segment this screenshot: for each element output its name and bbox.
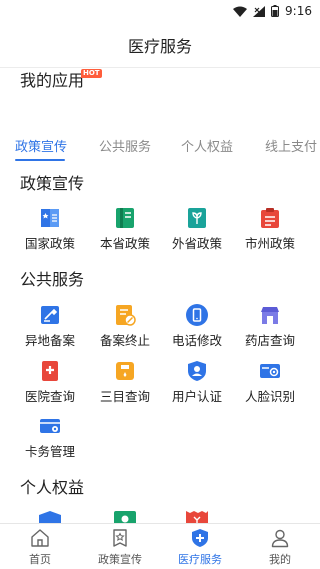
filing-termination-icon [116, 305, 136, 326]
wifi-icon [233, 6, 248, 17]
provincial-policy-icon [116, 208, 134, 228]
grid-label: 卡务管理 [24, 444, 75, 459]
grid-label: 用户认证 [171, 389, 222, 404]
grid-label: 备案终止 [99, 333, 150, 348]
home-icon [31, 529, 49, 547]
grid-label: 国家政策 [24, 236, 75, 251]
grid-item-city-policy[interactable]: 市州政策 [235, 206, 305, 252]
grid-label: 医院查询 [24, 389, 75, 404]
grid-item-filing-termination[interactable]: 备案终止 [90, 303, 160, 349]
policy-star-icon [113, 529, 127, 547]
page-title: 医疗服务 [0, 22, 320, 68]
grid-label: 电话修改 [171, 333, 222, 348]
grid-label: 外省政策 [171, 236, 222, 251]
remote-filing-icon [41, 306, 59, 324]
section-title-personal-rights: 个人权益 [20, 478, 85, 497]
grid-item-catalog-search[interactable]: 三目查询 [90, 359, 160, 405]
grid-label: 异地备案 [24, 333, 75, 348]
status-bar: 9:16 [0, 0, 320, 22]
tab-public-service[interactable]: 公共服务 [99, 136, 151, 155]
grid-item-phone-change[interactable]: 电话修改 [162, 303, 232, 349]
nav-label: 政策宣传 [98, 553, 142, 566]
face-recognition-icon [260, 364, 280, 378]
nav-label: 医疗服务 [178, 553, 222, 566]
national-policy-icon [41, 209, 59, 227]
bottom-navigation: 首页 政策宣传 医疗服务 我的 [0, 523, 320, 569]
signal-icon [253, 5, 266, 17]
nav-home[interactable]: 首页 [5, 528, 75, 567]
phone-change-icon [186, 304, 208, 326]
nav-policy[interactable]: 政策宣传 [85, 528, 155, 567]
grid-item-pharmacy-search[interactable]: 药店查询 [235, 303, 305, 349]
nav-label: 首页 [29, 553, 51, 566]
tab-online-payment[interactable]: 线上支付 [265, 136, 317, 155]
grid-item-user-auth[interactable]: 用户认证 [162, 359, 232, 405]
grid-label: 三目查询 [99, 389, 150, 404]
section-title-policy: 政策宣传 [20, 174, 85, 193]
pharmacy-search-icon [261, 307, 279, 324]
city-policy-icon [261, 208, 279, 228]
grid-label: 药店查询 [244, 333, 295, 348]
category-tabs: 政策宣传 公共服务 个人权益 线上支付 [0, 136, 320, 162]
battery-icon [271, 5, 280, 17]
grid-item-face-recognition[interactable]: 人脸识别 [235, 359, 305, 405]
catalog-search-icon [116, 362, 134, 380]
grid-item-hospital-search[interactable]: 医院查询 [15, 359, 85, 405]
profile-icon [271, 529, 289, 548]
user-auth-icon [188, 361, 206, 381]
tab-active-indicator [15, 159, 65, 161]
other-province-policy-icon [188, 208, 206, 228]
grid-label: 人脸识别 [244, 389, 295, 404]
hot-badge: HOT [81, 69, 102, 78]
grid-item-remote-filing[interactable]: 异地备案 [15, 303, 85, 349]
my-apps-section: 我的应用 HOT [20, 66, 102, 92]
grid-label: 市州政策 [244, 236, 295, 251]
medical-shield-icon [192, 529, 208, 547]
grid-item-other-province-policy[interactable]: 外省政策 [162, 206, 232, 252]
nav-medical-service[interactable]: 医疗服务 [165, 528, 235, 567]
grid-item-provincial-policy[interactable]: 本省政策 [90, 206, 160, 252]
card-management-icon [40, 419, 60, 433]
grid-item-card-management[interactable]: 卡务管理 [15, 414, 85, 460]
nav-label: 我的 [269, 553, 291, 566]
section-title-public-service: 公共服务 [20, 270, 85, 289]
tab-policy[interactable]: 政策宣传 [15, 136, 67, 155]
my-apps-title: 我的应用 [20, 71, 85, 90]
tab-personal-rights[interactable]: 个人权益 [181, 136, 233, 155]
grid-label: 本省政策 [99, 236, 150, 251]
hospital-search-icon [42, 361, 58, 381]
nav-profile[interactable]: 我的 [245, 528, 315, 567]
grid-item-national-policy[interactable]: 国家政策 [15, 206, 85, 252]
status-time: 9:16 [285, 4, 312, 18]
